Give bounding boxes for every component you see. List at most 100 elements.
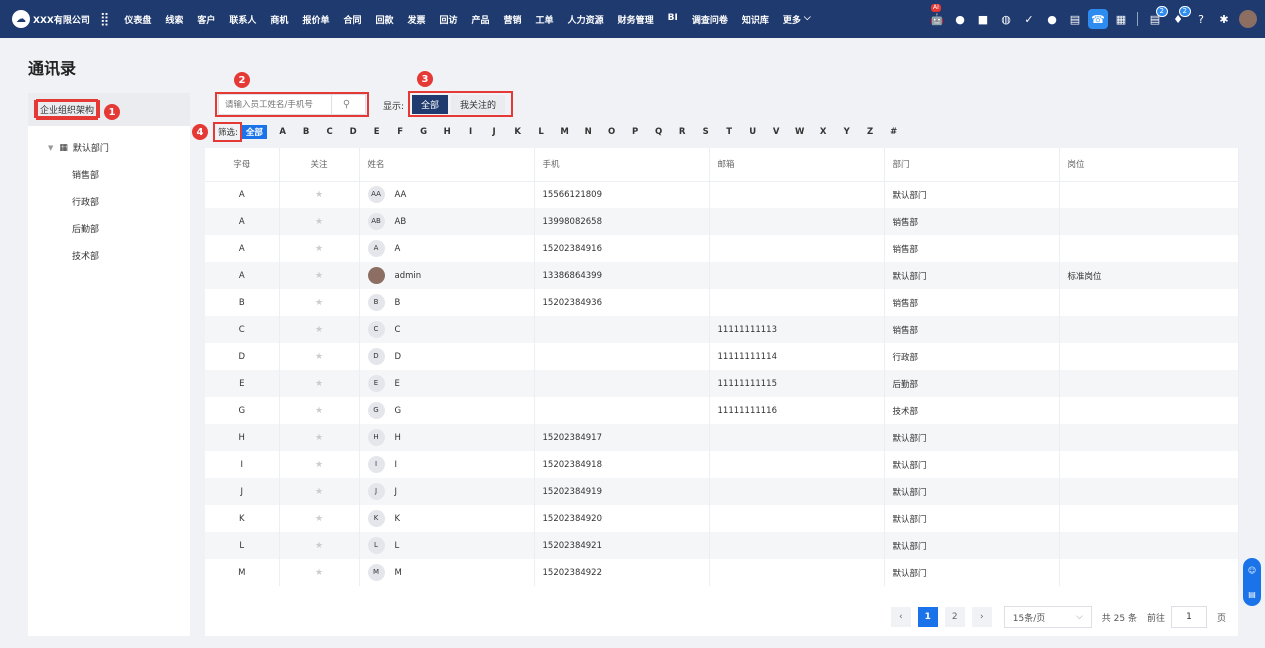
nav-item[interactable]: 产品: [472, 13, 490, 26]
employee-name[interactable]: H: [395, 433, 401, 443]
filter-letter[interactable]: W: [788, 127, 812, 137]
star-icon[interactable]: ★: [315, 568, 323, 578]
floating-helper-button[interactable]: ☺ ▤: [1243, 558, 1261, 606]
filter-letter[interactable]: Y: [835, 127, 859, 137]
star-icon[interactable]: ★: [315, 406, 323, 416]
table-row[interactable]: C ★ C C 11111111113 销售部: [205, 316, 1239, 343]
employee-name[interactable]: L: [395, 541, 400, 551]
star-icon[interactable]: ★: [315, 460, 323, 470]
calendar-icon[interactable]: ▦: [1111, 9, 1131, 29]
employee-name[interactable]: AA: [395, 190, 407, 200]
filter-letter[interactable]: Z: [858, 127, 882, 137]
table-row[interactable]: A ★ A A 15202384916 销售部: [205, 235, 1239, 262]
employee-name[interactable]: E: [395, 379, 400, 389]
star-icon[interactable]: ★: [315, 541, 323, 551]
filter-letter[interactable]: E: [365, 127, 389, 137]
nav-item[interactable]: 联系人: [229, 13, 256, 26]
nav-item[interactable]: 调查问卷: [692, 13, 728, 26]
table-row[interactable]: J ★ J J 15202384919 默认部门: [205, 478, 1239, 505]
table-row[interactable]: A ★ AA AA 15566121809 默认部门: [205, 181, 1239, 208]
filter-letter[interactable]: B: [294, 127, 318, 137]
globe-icon[interactable]: ◍: [996, 9, 1016, 29]
nav-item[interactable]: 回款: [375, 13, 393, 26]
page-size-select[interactable]: 15条/页 ⌵: [1003, 606, 1092, 628]
help-icon[interactable]: ?: [1191, 9, 1211, 29]
user-icon[interactable]: ●: [1042, 9, 1062, 29]
nav-item[interactable]: 知识库: [742, 13, 769, 26]
star-icon[interactable]: ★: [315, 433, 323, 443]
nav-item[interactable]: 线索: [165, 13, 183, 26]
filter-letter[interactable]: S: [694, 127, 718, 137]
filter-letter[interactable]: Q: [647, 127, 671, 137]
tree-item-department[interactable]: 技术部: [40, 242, 184, 269]
employee-name[interactable]: admin: [395, 271, 422, 281]
star-icon[interactable]: ★: [315, 379, 323, 389]
table-row[interactable]: B ★ B B 15202384936 销售部: [205, 289, 1239, 316]
table-row[interactable]: D ★ D D 11111111114 行政部: [205, 343, 1239, 370]
bell-icon[interactable]: ♦ 2: [1168, 6, 1191, 29]
filter-letter[interactable]: H: [435, 127, 459, 137]
nav-item[interactable]: 财务管理: [618, 13, 654, 26]
user-avatar[interactable]: [1239, 10, 1257, 28]
table-row[interactable]: G ★ G G 11111111116 技术部: [205, 397, 1239, 424]
employee-name[interactable]: C: [395, 325, 401, 335]
task-icon[interactable]: ▤ 2: [1145, 6, 1168, 29]
employee-name[interactable]: G: [395, 406, 402, 416]
tree-item-department[interactable]: 销售部: [40, 161, 184, 188]
filter-letter[interactable]: G: [412, 127, 436, 137]
table-row[interactable]: K ★ K K 15202384920 默认部门: [205, 505, 1239, 532]
nav-item[interactable]: 工单: [536, 13, 554, 26]
caret-down-icon[interactable]: ▼: [48, 144, 53, 152]
employee-name[interactable]: B: [395, 298, 401, 308]
employee-name[interactable]: M: [395, 568, 402, 578]
star-icon[interactable]: ★: [315, 352, 323, 362]
employee-name[interactable]: A: [395, 244, 401, 254]
filter-letter[interactable]: M: [553, 127, 577, 137]
table-row[interactable]: A ★ admin 13386864399 默认部门 标准岗位: [205, 262, 1239, 289]
star-icon[interactable]: ★: [315, 190, 323, 200]
page-1-button[interactable]: 1: [917, 607, 938, 627]
table-row[interactable]: I ★ I I 15202384918 默认部门: [205, 451, 1239, 478]
employee-name[interactable]: D: [395, 352, 402, 362]
filter-letter[interactable]: U: [741, 127, 765, 137]
star-icon[interactable]: ★: [315, 244, 323, 254]
nav-item[interactable]: 回访: [440, 13, 458, 26]
table-row[interactable]: A ★ AB AB 13998082658 销售部: [205, 208, 1239, 235]
nav-item[interactable]: 更多: [783, 13, 801, 26]
prev-page-button[interactable]: ‹: [890, 607, 911, 627]
nav-item[interactable]: 营销: [504, 13, 522, 26]
document-icon[interactable]: ▤: [1065, 9, 1085, 29]
star-icon[interactable]: ★: [315, 217, 323, 227]
nav-item[interactable]: 发票: [407, 13, 425, 26]
filter-letter[interactable]: C: [318, 127, 342, 137]
filter-letter[interactable]: A: [271, 127, 295, 137]
filter-letter[interactable]: P: [623, 127, 647, 137]
filter-letter[interactable]: O: [600, 127, 624, 137]
star-icon[interactable]: ★: [315, 298, 323, 308]
goto-page-input[interactable]: 1: [1170, 606, 1207, 628]
filter-letter[interactable]: R: [670, 127, 694, 137]
table-row[interactable]: H ★ H H 15202384917 默认部门: [205, 424, 1239, 451]
nav-item[interactable]: 合同: [343, 13, 361, 26]
star-icon[interactable]: ★: [315, 325, 323, 335]
star-icon[interactable]: ★: [315, 271, 323, 281]
star-icon[interactable]: ★: [315, 514, 323, 524]
table-row[interactable]: L ★ L L 15202384921 默认部门: [205, 532, 1239, 559]
nav-item[interactable]: 商机: [270, 13, 288, 26]
tree-item-department[interactable]: 后勤部: [40, 215, 184, 242]
table-row[interactable]: E ★ E E 11111111115 后勤部: [205, 370, 1239, 397]
filter-letter[interactable]: F: [388, 127, 412, 137]
star-icon[interactable]: ★: [315, 487, 323, 497]
settings-icon[interactable]: ✱: [1214, 9, 1234, 29]
filter-letter[interactable]: X: [811, 127, 835, 137]
chat-icon[interactable]: ●: [950, 9, 970, 29]
tree-item-department[interactable]: 行政部: [40, 188, 184, 215]
employee-name[interactable]: J: [395, 487, 398, 497]
app-grid-icon[interactable]: ⣿: [100, 12, 110, 27]
page-2-button[interactable]: 2: [944, 607, 965, 627]
message-icon[interactable]: ■: [973, 9, 993, 29]
filter-letter[interactable]: I: [459, 127, 483, 137]
filter-letter[interactable]: K: [506, 127, 530, 137]
employee-name[interactable]: AB: [395, 217, 407, 227]
filter-letter[interactable]: #: [882, 127, 906, 137]
